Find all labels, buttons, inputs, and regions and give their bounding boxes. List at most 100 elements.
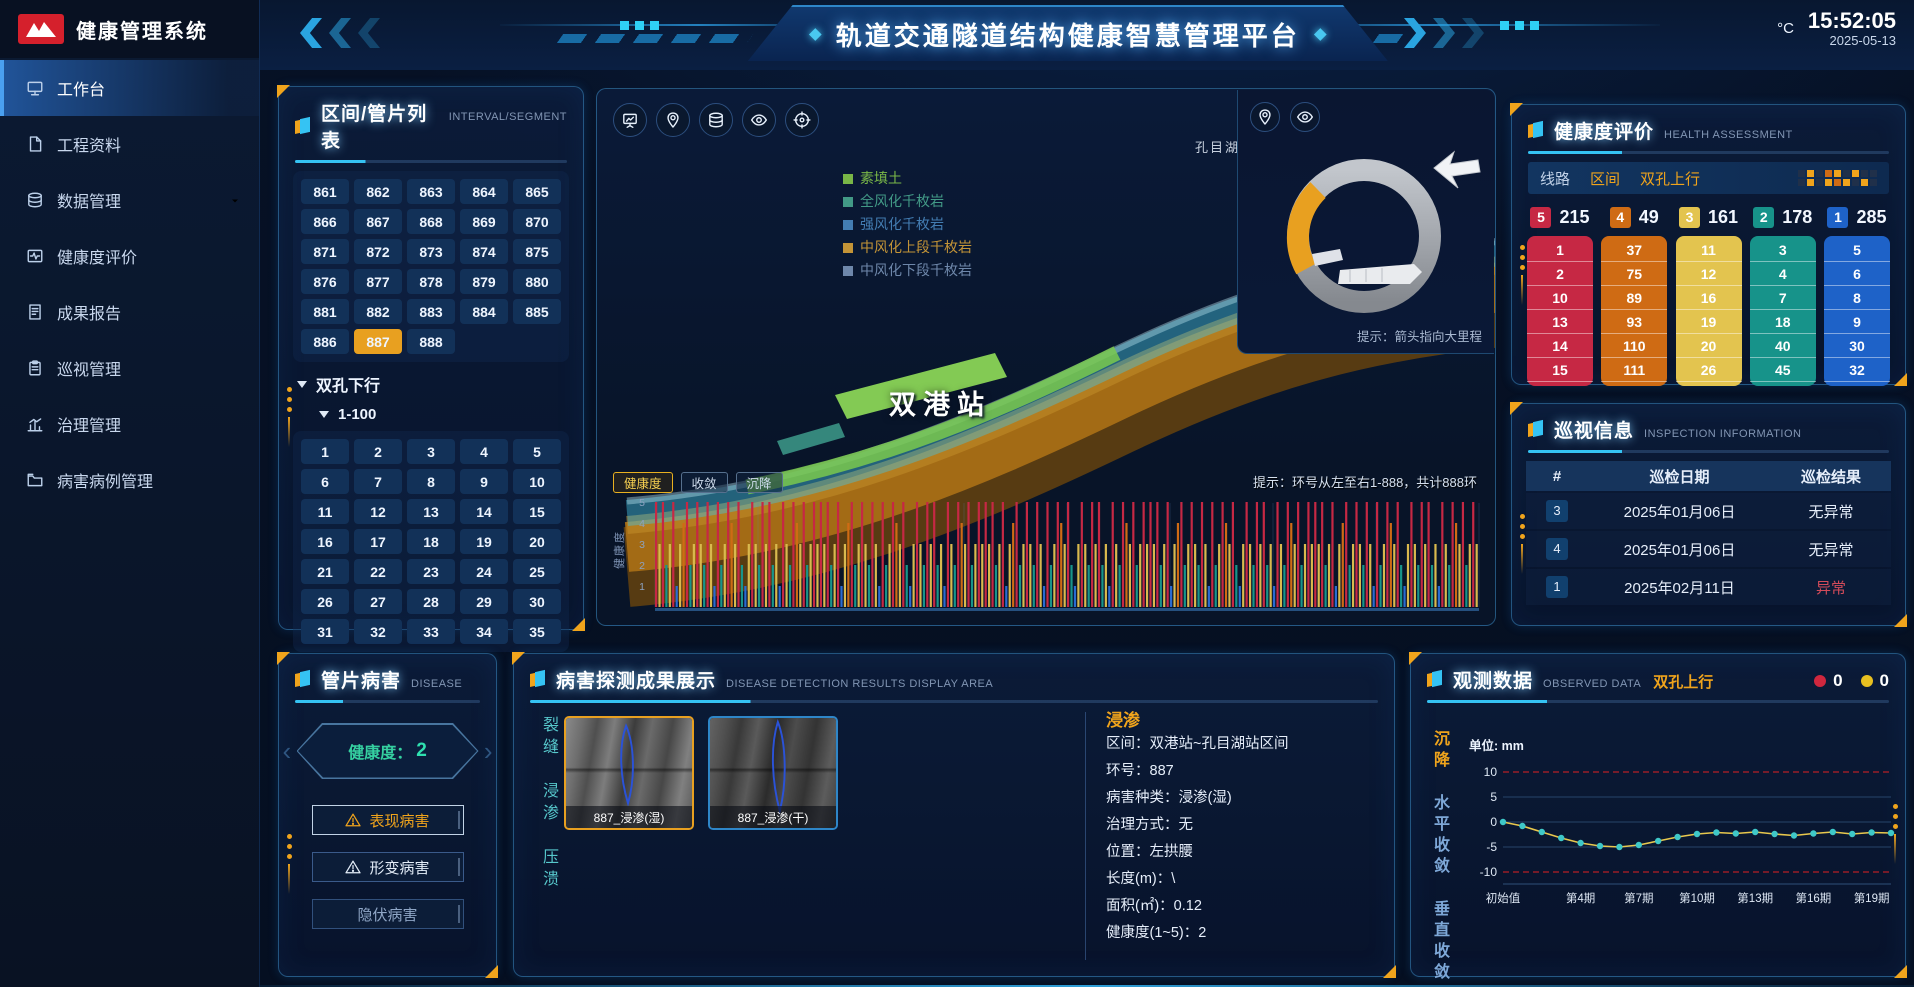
ring-number-button[interactable]: 879 — [460, 269, 508, 294]
segment-number-button[interactable]: 28 — [407, 589, 455, 614]
sidebar-item-database[interactable]: 数据管理 — [0, 172, 259, 228]
ring-number-button[interactable]: 882 — [354, 299, 402, 324]
mode-button-沉降[interactable]: 沉降 — [736, 472, 783, 493]
ring-number-button[interactable]: 867 — [354, 209, 402, 234]
health-ring-number[interactable]: 111 — [1601, 358, 1667, 382]
segment-number-button[interactable]: 22 — [354, 559, 402, 584]
sidebar-item-cases[interactable]: 病害病例管理 — [0, 452, 259, 508]
ring-number-button[interactable]: 869 — [460, 209, 508, 234]
sidebar-item-workbench[interactable]: 工作台 — [0, 60, 259, 116]
health-ring-number[interactable]: 11 — [1676, 238, 1742, 262]
segment-number-button[interactable]: 6 — [301, 469, 349, 494]
tunnel-cross-section-minimap[interactable]: 提示：箭头指向大里程 — [1237, 90, 1494, 354]
minimap-tool-pin-button[interactable] — [1250, 102, 1280, 132]
segment-number-button[interactable]: 27 — [354, 589, 402, 614]
health-ring-number[interactable]: 40 — [1750, 334, 1816, 358]
ring-number-button[interactable]: 861 — [301, 179, 349, 204]
health-tab-线路[interactable]: 线路 — [1540, 168, 1570, 189]
health-ring-number[interactable]: 1 — [1527, 238, 1593, 262]
health-ring-number[interactable]: 16 — [1676, 286, 1742, 310]
category-裂缝[interactable]: 裂缝 — [536, 716, 560, 760]
health-ring-column[interactable]: 1210131415 — [1527, 236, 1593, 386]
health-ring-number[interactable]: 20 — [1676, 334, 1742, 358]
segment-number-button[interactable]: 26 — [301, 589, 349, 614]
health-ring-number[interactable]: 45 — [1750, 358, 1816, 382]
observed-tab-垂直收敛[interactable]: 垂直收敛 — [1427, 900, 1451, 984]
mode-button-健康度[interactable]: 健康度 — [613, 472, 673, 493]
ring-number-button[interactable]: 886 — [301, 329, 349, 354]
ring-number-button[interactable]: 866 — [301, 209, 349, 234]
ring-number-button[interactable]: 875 — [513, 239, 561, 264]
segment-number-button[interactable]: 24 — [460, 559, 508, 584]
scene-tool-board-button[interactable] — [613, 103, 647, 137]
ring-number-button[interactable]: 885 — [513, 299, 561, 324]
scene-tool-aperture-button[interactable] — [785, 103, 819, 137]
health-ring-column[interactable]: 347184045 — [1750, 236, 1816, 386]
table-row[interactable]: 32025年01月06日无异常 — [1526, 493, 1891, 529]
segment-number-button[interactable]: 16 — [301, 529, 349, 554]
health-ring-column[interactable]: 37758993110111 — [1601, 236, 1667, 386]
segment-number-button[interactable]: 12 — [354, 499, 402, 524]
ring-number-button[interactable]: 880 — [513, 269, 561, 294]
health-ring-number[interactable]: 5 — [1824, 238, 1890, 262]
health-ring-column[interactable]: 111216192026 — [1676, 236, 1742, 386]
ring-number-button[interactable]: 865 — [513, 179, 561, 204]
ring-number-button[interactable]: 868 — [407, 209, 455, 234]
health-ring-number[interactable]: 75 — [1601, 262, 1667, 286]
health-ring-number[interactable]: 10 — [1527, 286, 1593, 310]
health-ring-number[interactable]: 93 — [1601, 310, 1667, 334]
detection-thumbnail[interactable]: 887_浸渗(干) — [708, 716, 838, 830]
segment-number-button[interactable]: 17 — [354, 529, 402, 554]
sidebar-item-inspection[interactable]: 巡视管理 — [0, 340, 259, 396]
health-ring-number[interactable]: 110 — [1601, 334, 1667, 358]
segment-number-button[interactable]: 21 — [301, 559, 349, 584]
health-ring-number[interactable]: 32 — [1824, 358, 1890, 382]
scene-tool-eye-button[interactable] — [742, 103, 776, 137]
segment-number-button[interactable]: 23 — [407, 559, 455, 584]
segment-number-button[interactable]: 9 — [460, 469, 508, 494]
sidebar-item-document[interactable]: 工程资料 — [0, 116, 259, 172]
segment-number-button[interactable]: 34 — [460, 619, 508, 644]
sidebar-item-governance[interactable]: 治理管理 — [0, 396, 259, 452]
detection-thumbnail[interactable]: 887_浸渗(湿) — [564, 716, 694, 830]
segment-number-button[interactable]: 8 — [407, 469, 455, 494]
ring-number-button[interactable]: 862 — [354, 179, 402, 204]
ring-number-button[interactable]: 873 — [407, 239, 455, 264]
scene-tool-layers-button[interactable] — [699, 103, 733, 137]
segment-number-button[interactable]: 35 — [513, 619, 561, 644]
ring-number-button[interactable]: 878 — [407, 269, 455, 294]
health-ring-number[interactable]: 2 — [1527, 262, 1593, 286]
segment-number-button[interactable]: 2 — [354, 439, 402, 464]
health-ring-number[interactable]: 15 — [1527, 358, 1593, 382]
health-ring-number[interactable]: 26 — [1676, 358, 1742, 382]
segment-number-button[interactable]: 10 — [513, 469, 561, 494]
segment-number-button[interactable]: 25 — [513, 559, 561, 584]
health-tab-双孔上行[interactable]: 双孔上行 — [1640, 168, 1700, 189]
disease-button-表现病害[interactable]: 表现病害 — [312, 805, 464, 835]
segment-number-button[interactable]: 29 — [460, 589, 508, 614]
health-tab-区间[interactable]: 区间 — [1590, 168, 1620, 189]
ring-number-button[interactable]: 863 — [407, 179, 455, 204]
segment-number-button[interactable]: 33 — [407, 619, 455, 644]
health-ring-number[interactable]: 14 — [1527, 334, 1593, 358]
ring-number-button[interactable]: 876 — [301, 269, 349, 294]
ring-number-button[interactable]: 874 — [460, 239, 508, 264]
ring-number-button[interactable]: 864 — [460, 179, 508, 204]
ring-number-button[interactable]: 870 — [513, 209, 561, 234]
health-ring-number[interactable]: 18 — [1750, 310, 1816, 334]
ring-number-button[interactable]: 888 — [407, 329, 455, 354]
sidebar-item-health[interactable]: 健康度评价 — [0, 228, 259, 284]
segment-number-button[interactable]: 1 — [301, 439, 349, 464]
segment-number-button[interactable]: 13 — [407, 499, 455, 524]
category-压溃[interactable]: 压溃 — [536, 848, 560, 892]
ring-number-button[interactable]: 883 — [407, 299, 455, 324]
ring-number-button[interactable]: 887 — [354, 329, 402, 354]
health-ring-number[interactable]: 9 — [1824, 310, 1890, 334]
health-ring-number[interactable]: 6 — [1824, 262, 1890, 286]
health-ring-number[interactable]: 30 — [1824, 334, 1890, 358]
sidebar-item-report[interactable]: 成果报告 — [0, 284, 259, 340]
minimap-tool-eye-button[interactable] — [1290, 102, 1320, 132]
health-ring-number[interactable]: 8 — [1824, 286, 1890, 310]
segment-number-button[interactable]: 4 — [460, 439, 508, 464]
scene-tool-pin-button[interactable] — [656, 103, 690, 137]
